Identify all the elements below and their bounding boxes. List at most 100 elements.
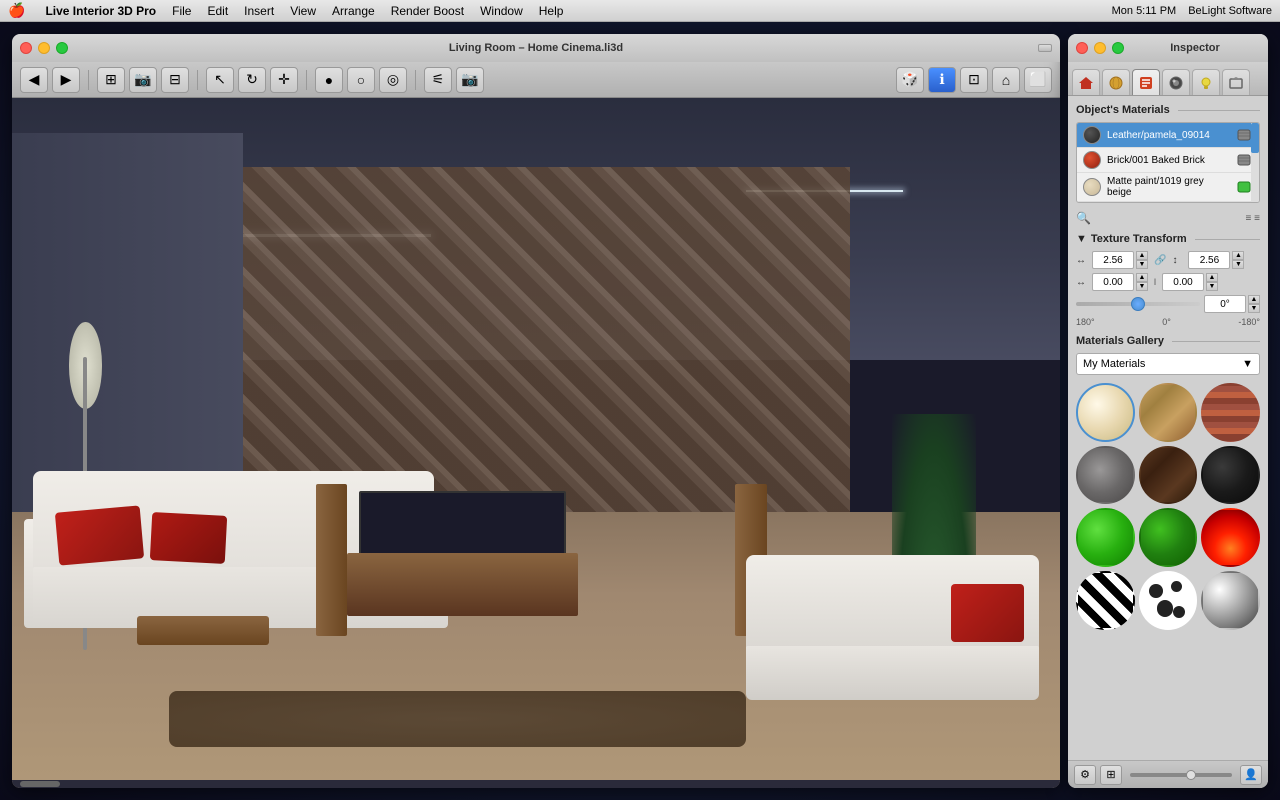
person-btn[interactable]: 👤	[1240, 765, 1262, 785]
floor-plan-btn[interactable]: ⊞	[97, 67, 125, 93]
sofa-right	[746, 526, 1039, 719]
camera-btn[interactable]: 📷	[456, 67, 484, 93]
gallery-item-green-bright[interactable]	[1076, 508, 1135, 567]
menu-file[interactable]: File	[172, 4, 191, 18]
gallery-item-stone[interactable]	[1076, 446, 1135, 505]
gallery-item-black[interactable]	[1201, 446, 1260, 505]
inspector-tabs	[1068, 62, 1268, 96]
material-item-leather[interactable]: Leather/pamela_09014	[1077, 123, 1259, 148]
apple-menu[interactable]: 🍎	[8, 2, 25, 19]
materials-scrollbar-thumb[interactable]	[1251, 123, 1259, 153]
menu-help[interactable]: Help	[539, 4, 564, 18]
offset-y-input[interactable]	[1162, 273, 1204, 291]
main-window: Living Room – Home Cinema.li3d ◀ ▶ ⊞ 📷 ⊟…	[12, 34, 1060, 788]
height-stepper: ▲ ▼	[1232, 251, 1244, 269]
torus-btn[interactable]: ◎	[379, 67, 407, 93]
tab-material[interactable]	[1132, 69, 1160, 95]
gallery-item-wood-dark[interactable]	[1139, 446, 1198, 505]
pillow-1	[54, 506, 143, 566]
gallery-item-zebra[interactable]	[1076, 571, 1135, 630]
back-btn[interactable]: ◀	[20, 67, 48, 93]
inspector-close-btn[interactable]	[1076, 42, 1088, 54]
tab-sphere[interactable]	[1102, 69, 1130, 95]
room-scene	[12, 98, 1060, 788]
3d-viewport[interactable]	[12, 98, 1060, 788]
close-button[interactable]	[20, 42, 32, 54]
tab-light[interactable]	[1192, 69, 1220, 95]
move-btn[interactable]: ✛	[270, 67, 298, 93]
menu-insert[interactable]: Insert	[244, 4, 274, 18]
select-btn[interactable]: ↖	[206, 67, 234, 93]
search-icon[interactable]: 🔍	[1076, 211, 1091, 225]
3d-view-btn[interactable]: 🎲	[896, 67, 924, 93]
menu-arrange[interactable]: Arrange	[332, 4, 375, 18]
gallery-item-chrome[interactable]	[1201, 571, 1260, 630]
menu-window[interactable]: Window	[480, 4, 523, 18]
inspector-maximize-btn[interactable]	[1112, 42, 1124, 54]
gallery-item-cream[interactable]	[1076, 383, 1135, 442]
offset-x-input[interactable]	[1092, 273, 1134, 291]
window-resize-handle[interactable]	[1038, 44, 1052, 52]
rotate-btn[interactable]: ↻	[238, 67, 266, 93]
gallery-section: Materials Gallery My Materials ▼	[1076, 335, 1260, 630]
rotation-center-label: 0°	[1162, 317, 1171, 327]
offset-y-down-btn[interactable]: ▼	[1206, 282, 1218, 291]
info-btn[interactable]: ℹ	[928, 67, 956, 93]
room-btn[interactable]: ⬜	[1024, 67, 1052, 93]
tv-unit	[347, 491, 578, 615]
height-up-btn[interactable]: ▲	[1232, 251, 1244, 260]
height-down-btn[interactable]: ▼	[1232, 260, 1244, 269]
link-icon[interactable]: 🔗	[1154, 255, 1166, 266]
gallery-dropdown[interactable]: My Materials ▼	[1076, 353, 1260, 375]
stairs-btn[interactable]: ⚟	[424, 67, 452, 93]
width-down-btn[interactable]: ▼	[1136, 260, 1148, 269]
material-swatch-leather	[1083, 126, 1101, 144]
minimize-button[interactable]	[38, 42, 50, 54]
offset-label: l	[1154, 277, 1156, 287]
width-stepper: ▲ ▼	[1136, 251, 1148, 269]
ring-btn[interactable]: ○	[347, 67, 375, 93]
offset-x-down-btn[interactable]: ▼	[1136, 282, 1148, 291]
material-item-matte[interactable]: Matte paint/1019 grey beige	[1077, 173, 1259, 202]
layout-btn[interactable]: ⊡	[960, 67, 988, 93]
render-btn[interactable]: 📷	[129, 67, 157, 93]
view-btn[interactable]: ⊟	[161, 67, 189, 93]
section-divider-1	[1178, 110, 1260, 111]
rotation-down-btn[interactable]: ▼	[1248, 304, 1260, 313]
offset-x-up-btn[interactable]: ▲	[1136, 273, 1148, 282]
forward-btn[interactable]: ▶	[52, 67, 80, 93]
width-input[interactable]	[1092, 251, 1134, 269]
rotation-slider-container[interactable]	[1076, 295, 1200, 313]
menu-render-boost[interactable]: Render Boost	[391, 4, 464, 18]
add-material-btn[interactable]: ⚙	[1074, 765, 1096, 785]
thumbnail-btn[interactable]: ⊞	[1100, 765, 1122, 785]
viewport-scrollbar-thumb[interactable]	[20, 781, 60, 787]
materials-scrollbar[interactable]	[1251, 123, 1259, 202]
gallery-item-brick[interactable]	[1201, 383, 1260, 442]
gallery-item-spots[interactable]	[1139, 571, 1198, 630]
width-up-btn[interactable]: ▲	[1136, 251, 1148, 260]
inspector-minimize-btn[interactable]	[1094, 42, 1106, 54]
offset-x-icon: ↔	[1076, 277, 1088, 288]
rotation-slider-thumb[interactable]	[1131, 297, 1145, 311]
maximize-button[interactable]	[56, 42, 68, 54]
gallery-item-wood-light[interactable]	[1139, 383, 1198, 442]
gallery-item-green-dark[interactable]	[1139, 508, 1198, 567]
viewport-scrollbar[interactable]	[12, 780, 1060, 788]
rotation-input[interactable]	[1204, 295, 1246, 313]
tab-render[interactable]	[1162, 69, 1190, 95]
menu-edit[interactable]: Edit	[207, 4, 228, 18]
app-name[interactable]: Live Interior 3D Pro	[45, 4, 156, 18]
tab-room[interactable]	[1222, 69, 1250, 95]
menu-view[interactable]: View	[290, 4, 316, 18]
size-slider-thumb[interactable]	[1186, 770, 1196, 780]
size-slider-container[interactable]	[1130, 768, 1232, 782]
sphere-btn[interactable]: ●	[315, 67, 343, 93]
house-btn[interactable]: ⌂	[992, 67, 1020, 93]
offset-y-up-btn[interactable]: ▲	[1206, 273, 1218, 282]
tab-house[interactable]	[1072, 69, 1100, 95]
material-item-brick[interactable]: Brick/001 Baked Brick	[1077, 148, 1259, 173]
height-input[interactable]	[1188, 251, 1230, 269]
gallery-item-fire[interactable]	[1201, 508, 1260, 567]
rotation-up-btn[interactable]: ▲	[1248, 295, 1260, 304]
